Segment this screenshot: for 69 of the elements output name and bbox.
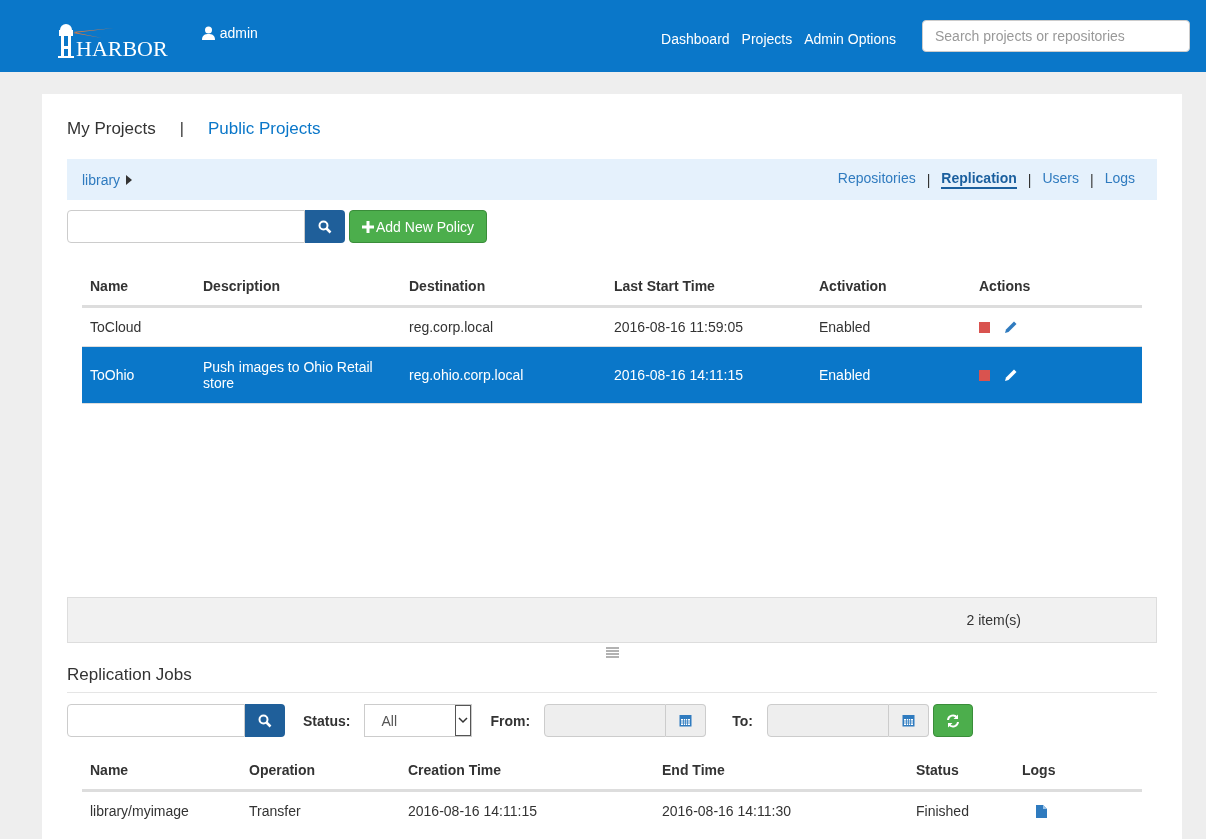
from-label: From: — [490, 712, 531, 729]
caret-icon — [126, 174, 133, 185]
table-cell-text: Finished — [915, 802, 970, 821]
search-icon — [318, 219, 332, 234]
table-cell-text: 2016-08-16 14:11:15 — [407, 802, 538, 821]
column-header: Operation — [241, 751, 400, 792]
refresh-icon — [945, 713, 960, 728]
nav-link[interactable]: Admin Options — [804, 31, 896, 47]
section-tab[interactable]: Logs — [1104, 170, 1135, 189]
column-header: Logs — [1014, 751, 1142, 792]
column-header: Creation Time — [400, 751, 654, 792]
tab-separator: | — [926, 171, 931, 188]
table-cell: ToOhio — [82, 347, 195, 404]
column-header: Actions — [971, 267, 1142, 308]
calendar-icon — [901, 714, 915, 727]
project-tab[interactable]: Public Projects — [207, 119, 321, 139]
user-icon — [201, 26, 215, 40]
job-search-field[interactable] — [67, 704, 245, 737]
logo-text: HARBOR — [76, 38, 168, 60]
section-tab[interactable]: Users — [1042, 170, 1079, 189]
nav-link[interactable]: Dashboard — [661, 31, 730, 47]
calendar-button[interactable] — [666, 704, 707, 737]
table-cell-text: library/myimage — [89, 802, 190, 821]
table-cell: Enabled — [811, 347, 971, 404]
search-icon — [258, 713, 272, 728]
column-header: Name — [82, 751, 241, 792]
date-field[interactable] — [766, 704, 889, 737]
refresh-button[interactable] — [932, 704, 973, 737]
section-title: Replication Jobs — [67, 658, 1157, 693]
search-button[interactable] — [305, 210, 345, 243]
tab-separator: | — [1027, 171, 1032, 188]
search-field[interactable]: Search projects or repositories — [922, 20, 1190, 52]
table-cell-text: Transfer — [248, 802, 302, 821]
column-header: End Time — [654, 751, 908, 792]
user-name[interactable]: admin — [219, 25, 258, 41]
status-select[interactable]: All — [364, 704, 473, 737]
calendar-icon — [679, 714, 693, 727]
column-header: Activation — [811, 267, 971, 308]
drag-handle-icon[interactable] — [605, 647, 619, 658]
tab-separator: | — [1090, 171, 1094, 188]
status-label: Status: — [303, 712, 351, 729]
column-header: Description — [195, 267, 401, 308]
table-cell-text: 2016-08-16 14:11:30 — [661, 802, 792, 821]
nav-link[interactable]: Projects — [741, 31, 793, 47]
plus-icon — [362, 220, 374, 233]
dropdown-icon — [455, 705, 472, 736]
table-cell-text: Push images to Ohio Retail store — [203, 359, 374, 391]
policy-search-field[interactable] — [67, 210, 305, 243]
tab-separator: | — [179, 120, 184, 138]
table-cell: reg.ohio.corp.local — [401, 347, 606, 404]
column-header: Last Start Time — [606, 267, 811, 308]
item-count: 2 item(s) — [966, 612, 1021, 628]
column-header: Status — [908, 751, 1014, 792]
section-tab[interactable]: Replication — [941, 170, 1017, 189]
add-policy-button[interactable]: Add New Policy — [349, 210, 488, 243]
breadcrumb-link[interactable]: library — [82, 171, 121, 188]
table-cell: 2016-08-16 14:11:15 — [606, 347, 811, 404]
search-button[interactable] — [245, 704, 285, 737]
column-header: Name — [82, 267, 195, 308]
to-label: To: — [732, 712, 753, 729]
document-icon[interactable] — [1036, 804, 1047, 818]
date-field[interactable] — [544, 704, 667, 737]
section-tab[interactable]: Repositories — [837, 170, 916, 189]
column-header: Destination — [401, 267, 606, 308]
pencil-icon[interactable] — [1004, 320, 1018, 334]
pencil-icon[interactable] — [1004, 368, 1018, 382]
project-tab[interactable]: My Projects — [67, 119, 156, 139]
calendar-button[interactable] — [888, 704, 929, 737]
stop-icon[interactable] — [979, 321, 990, 333]
